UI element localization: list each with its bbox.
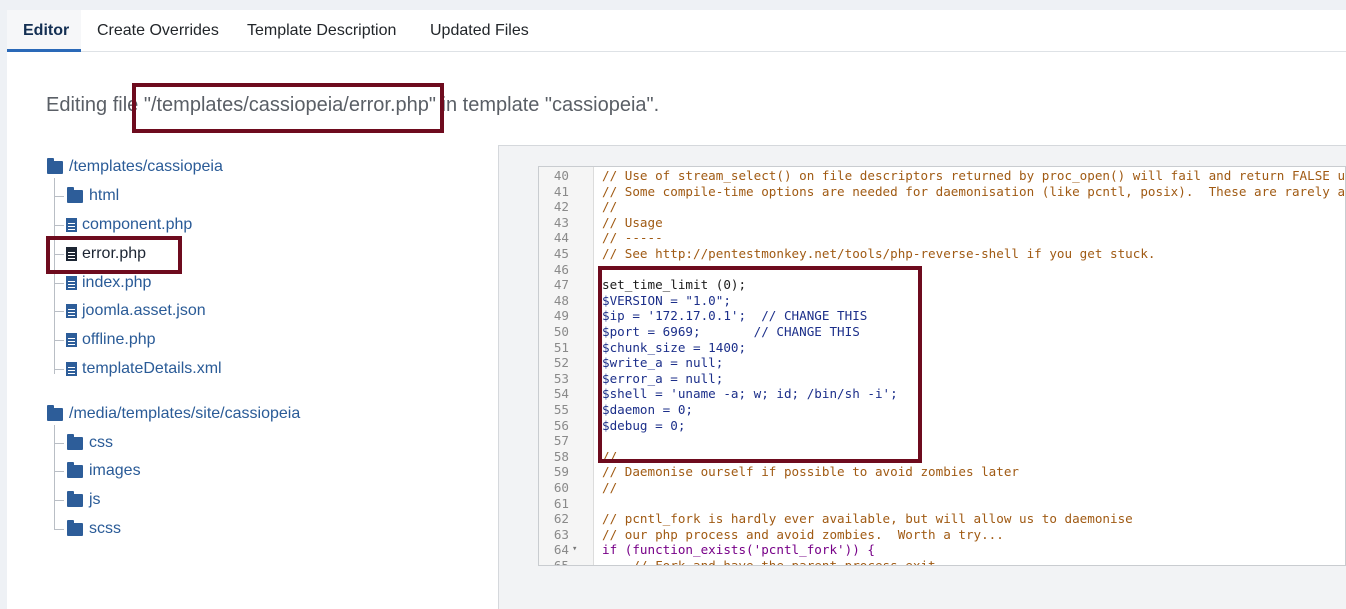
tree-folder-html[interactable]: html [67, 185, 119, 207]
file-icon [66, 218, 77, 232]
line-number: 53 [553, 370, 569, 386]
line-number: 42 [553, 199, 569, 215]
tree-line [54, 425, 55, 530]
line-number: 50 [553, 324, 569, 339]
line-number: 62 [553, 511, 569, 527]
tree-folder-images[interactable]: images [67, 460, 141, 482]
line-text: // [602, 480, 618, 495]
fold-toggle-icon[interactable]: ▾ [572, 542, 577, 558]
line-text: // pcntl_fork is hardly ever available, … [602, 511, 1133, 527]
tree-folder-js[interactable]: js [67, 489, 101, 511]
line-number: 58 [553, 448, 569, 464]
line-number: 51 [553, 339, 569, 355]
line-text: if (function_exists('pcntl_fork')) { [602, 542, 875, 558]
tree-line [54, 283, 64, 284]
line-text: // our php process and avoid zombies. Wo… [602, 526, 1004, 542]
line-text: // Daemonise ourself if possible to avoi… [602, 464, 1020, 480]
line-number: 41 [553, 183, 569, 199]
tab-bar: Editor Create Overrides Template Descrip… [7, 10, 1346, 52]
line-number: 45 [553, 246, 569, 261]
line-number: 61 [553, 495, 569, 511]
tree-file-component-php[interactable]: component.php [66, 214, 192, 236]
tree-line [54, 311, 64, 312]
line-number: 48 [553, 292, 569, 308]
tree-line [54, 196, 64, 197]
tree-line [54, 178, 55, 374]
folder-icon [67, 461, 83, 478]
tree-file-offline-php[interactable]: offline.php [66, 329, 156, 351]
line-text: // See http://pentestmonkey.net/tools/ph… [602, 246, 1156, 261]
line-number: 55 [553, 402, 569, 417]
line-text: // ----- [602, 230, 663, 246]
tree-line [54, 369, 64, 370]
file-icon [66, 304, 77, 318]
heading-suffix: in template "cassiopeia". [435, 94, 660, 116]
line-number: 47 [553, 277, 569, 293]
tree-folder-css[interactable]: css [67, 432, 113, 454]
tree-folder-scss[interactable]: scss [67, 518, 121, 540]
line-number: 44 [553, 230, 569, 246]
line-text: // Some compile-time options are needed … [602, 183, 1346, 199]
line-number: 43 [553, 214, 569, 230]
line-number: 65 [553, 558, 569, 566]
line-number: 57 [553, 433, 569, 449]
line-number: 56 [553, 417, 569, 433]
tree-line [54, 340, 64, 341]
folder-icon [67, 433, 83, 450]
tab-create-overrides[interactable]: Create Overrides [97, 10, 219, 52]
highlight-box-config-vars [598, 266, 922, 463]
line-text: // [602, 199, 618, 215]
highlight-box-error-php [46, 236, 182, 274]
tree-file-joomla-asset-json[interactable]: joomla.asset.json [66, 300, 206, 322]
line-number: 46 [553, 261, 569, 277]
folder-icon [67, 519, 83, 536]
line-text: // Fork and have the parent process exit [602, 558, 936, 566]
tab-updated-files[interactable]: Updated Files [430, 10, 529, 52]
tree-folder-templates-cassiopeia[interactable]: /templates/cassiopeia [47, 156, 223, 178]
line-text: // Usage [602, 214, 663, 230]
line-number: 52 [553, 355, 569, 371]
line-number: 59 [553, 464, 569, 480]
folder-icon [67, 186, 83, 203]
line-number: 64 [553, 542, 569, 558]
highlight-box-file-path [132, 83, 444, 133]
line-text: // Use of stream_select() on file descri… [602, 168, 1346, 183]
tree-line [54, 443, 64, 444]
line-number: 40 [553, 168, 569, 183]
heading-prefix: Editing file [46, 94, 144, 116]
line-number: 63 [553, 526, 569, 542]
folder-icon [67, 490, 83, 507]
tree-line [54, 500, 64, 501]
tree-line [54, 471, 64, 472]
tree-line [54, 225, 64, 226]
file-icon [66, 333, 77, 347]
line-number: 49 [553, 308, 569, 324]
folder-icon [47, 157, 63, 174]
tree-folder-media-templates-site-cassiopeia[interactable]: /media/templates/site/cassiopeia [47, 403, 300, 425]
folder-icon [47, 404, 63, 421]
tree-file-index-php[interactable]: index.php [66, 272, 151, 294]
tree-file-templatedetails-xml[interactable]: templateDetails.xml [66, 358, 222, 380]
tab-editor[interactable]: Editor [7, 10, 81, 52]
file-icon [66, 362, 77, 376]
tab-template-description[interactable]: Template Description [247, 10, 396, 52]
line-number: 54 [553, 386, 569, 402]
line-number: 60 [553, 480, 569, 495]
file-icon [66, 276, 77, 290]
tree-line [54, 529, 64, 530]
